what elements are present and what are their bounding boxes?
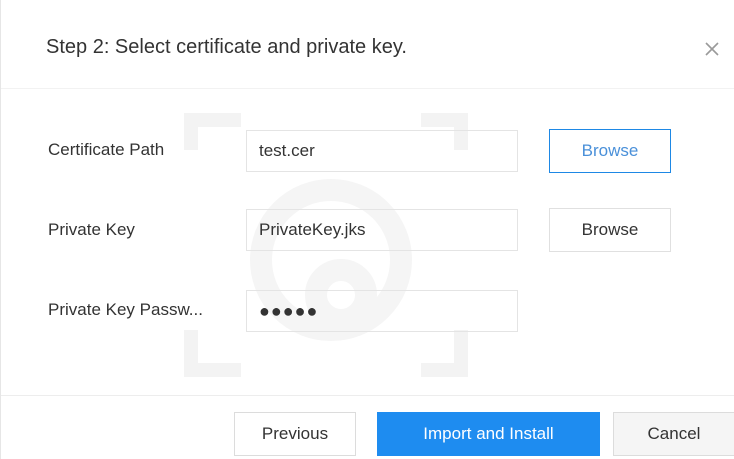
private-key-browse-button[interactable]: Browse [549,208,671,252]
footer-divider [1,395,734,396]
certificate-browse-button[interactable]: Browse [549,129,671,173]
private-key-password-input[interactable]: ●●●●● [246,290,518,332]
certificate-dialog: Step 2: Select certificate and private k… [0,0,734,459]
header-divider [1,88,734,89]
cancel-button[interactable]: Cancel [613,412,734,456]
private-key-password-label: Private Key Passw... [48,300,203,319]
close-icon[interactable] [701,38,723,60]
certificate-path-label: Certificate Path [48,140,165,159]
private-key-label: Private Key [48,220,135,239]
certificate-path-input[interactable] [246,130,518,172]
dialog-title: Step 2: Select certificate and private k… [46,36,407,58]
previous-button[interactable]: Previous [234,412,356,456]
import-and-install-button[interactable]: Import and Install [377,412,600,456]
private-key-input[interactable] [246,209,518,251]
